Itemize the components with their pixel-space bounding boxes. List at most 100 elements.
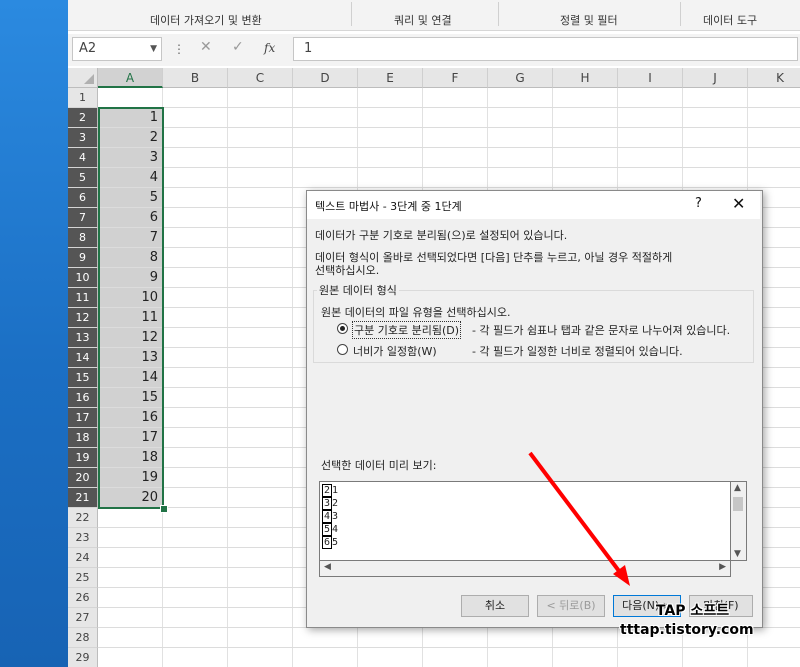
chevron-left-icon[interactable]: ◀ [324, 562, 331, 572]
row-header[interactable]: 21 [68, 488, 98, 508]
chevron-up-icon[interactable]: ▲ [734, 483, 741, 493]
column-header-g[interactable]: G [488, 68, 553, 88]
help-icon[interactable]: ? [695, 196, 702, 211]
column-header-k[interactable]: K [748, 68, 800, 88]
ribbon-group-data-tools: 데이터 도구 [703, 14, 758, 27]
preview-row-value: 4 [332, 524, 339, 535]
column-header-e[interactable]: E [358, 68, 423, 88]
preview-row-value: 3 [332, 511, 339, 522]
row-header[interactable]: 8 [68, 228, 98, 248]
cancel-icon[interactable]: ✕ [200, 39, 212, 55]
select-all-button[interactable] [68, 68, 98, 88]
formula-buttons: ✕ ✓ fx [188, 37, 288, 61]
row-header[interactable]: 7 [68, 208, 98, 228]
chevron-right-icon[interactable]: ▶ [719, 562, 726, 572]
cancel-button[interactable]: 취소 [461, 595, 529, 617]
sheet-row [98, 128, 800, 148]
row-header[interactable]: 28 [68, 628, 98, 648]
dialog-message: 데이터가 구분 기호로 분리됨(으)로 설정되어 있습니다. [315, 229, 568, 242]
ribbon-separator [498, 2, 499, 26]
row-header[interactable]: 11 [68, 288, 98, 308]
watermark-url: tttap.tistory.com [620, 622, 754, 638]
scroll-thumb[interactable] [733, 497, 743, 511]
fixed-width-radio[interactable] [337, 344, 348, 355]
enter-icon[interactable]: ✓ [232, 39, 244, 55]
more-options-icon[interactable]: ⋮ [173, 42, 185, 56]
delimited-radio[interactable] [337, 323, 348, 334]
column-header-i[interactable]: I [618, 68, 683, 88]
name-box-value: A2 [79, 41, 97, 56]
row-header[interactable]: 24 [68, 548, 98, 568]
row-header[interactable]: 3 [68, 128, 98, 148]
sheet-row [98, 168, 800, 188]
preview-row-value: 1 [332, 485, 339, 496]
watermark-brand: TAP 소프트 [656, 603, 730, 619]
row-header[interactable]: 17 [68, 408, 98, 428]
column-header-j[interactable]: J [683, 68, 748, 88]
ribbon: 데이터 가져오기 및 변환 쿼리 및 연결 정렬 및 필터 데이터 도구 [68, 0, 800, 31]
preview-row: 32 [322, 497, 338, 510]
preview-row-value: 2 [332, 498, 339, 509]
chevron-down-icon[interactable]: ▼ [734, 549, 741, 559]
preview-vertical-scrollbar[interactable]: ▲ ▼ [731, 481, 747, 561]
column-header-a[interactable]: A [98, 68, 163, 88]
chevron-down-icon[interactable]: ▼ [150, 38, 157, 60]
preview-row-number: 3 [322, 497, 333, 510]
preview-horizontal-scrollbar[interactable]: ◀ ▶ [319, 561, 731, 577]
column-header-d[interactable]: D [293, 68, 358, 88]
row-header[interactable]: 6 [68, 188, 98, 208]
name-box[interactable]: A2 ▼ [72, 37, 162, 61]
fixed-width-label[interactable]: 너비가 일정함(W) [353, 343, 437, 359]
data-preview[interactable]: 2132435465 [319, 481, 731, 561]
formula-bar: A2 ▼ ⋮ ✕ ✓ fx 1 [68, 34, 800, 66]
row-header[interactable]: 19 [68, 448, 98, 468]
row-header[interactable]: 9 [68, 248, 98, 268]
row-header[interactable]: 23 [68, 528, 98, 548]
ribbon-group-queries: 쿼리 및 연결 [394, 14, 452, 27]
close-icon[interactable]: ✕ [732, 194, 745, 213]
preview-row: 43 [322, 510, 338, 523]
insert-function-icon[interactable]: fx [264, 41, 275, 55]
back-button[interactable]: < 뒤로(B) [537, 595, 605, 617]
group-prompt: 원본 데이터의 파일 유형을 선택하십시오. [321, 306, 511, 319]
ribbon-separator [351, 2, 352, 26]
desktop-background [0, 0, 68, 667]
row-header[interactable]: 26 [68, 588, 98, 608]
row-header[interactable]: 22 [68, 508, 98, 528]
row-header[interactable]: 20 [68, 468, 98, 488]
fill-handle[interactable] [160, 505, 168, 513]
ribbon-group-get-data: 데이터 가져오기 및 변환 [150, 14, 262, 27]
ribbon-group-sort-filter: 정렬 및 필터 [560, 14, 618, 27]
column-header-b[interactable]: B [163, 68, 228, 88]
row-header[interactable]: 10 [68, 268, 98, 288]
fixed-width-description: - 각 필드가 일정한 너비로 정렬되어 있습니다. [472, 345, 683, 358]
column-header-f[interactable]: F [423, 68, 488, 88]
row-header[interactable]: 15 [68, 368, 98, 388]
row-header[interactable]: 16 [68, 388, 98, 408]
preview-row-number: 2 [322, 484, 333, 497]
row-header[interactable]: 14 [68, 348, 98, 368]
dialog-titlebar: 텍스트 마법사 - 3단계 중 1단계 ? ✕ [307, 191, 760, 219]
column-header-h[interactable]: H [553, 68, 618, 88]
row-header[interactable]: 2 [68, 108, 98, 128]
text-import-wizard-dialog: 텍스트 마법사 - 3단계 중 1단계 ? ✕ 데이터가 구분 기호로 분리됨(… [306, 190, 763, 628]
formula-input[interactable]: 1 [293, 37, 798, 61]
sheet-row [98, 108, 800, 128]
preview-row: 54 [322, 523, 338, 536]
row-header[interactable]: 5 [68, 168, 98, 188]
row-header[interactable]: 25 [68, 568, 98, 588]
column-header-c[interactable]: C [228, 68, 293, 88]
dialog-instruction-cont: 선택하십시오. [315, 264, 380, 277]
row-header[interactable]: 29 [68, 648, 98, 667]
preview-row: 65 [322, 536, 338, 549]
row-header[interactable]: 12 [68, 308, 98, 328]
preview-row: 21 [322, 484, 338, 497]
delimited-label[interactable]: 구분 기호로 분리됨(D) [352, 321, 462, 339]
row-header[interactable]: 1 [68, 88, 98, 108]
dialog-title: 텍스트 마법사 - 3단계 중 1단계 [315, 200, 462, 213]
ribbon-separator [680, 2, 681, 26]
row-header[interactable]: 18 [68, 428, 98, 448]
row-header[interactable]: 13 [68, 328, 98, 348]
row-header[interactable]: 27 [68, 608, 98, 628]
row-header[interactable]: 4 [68, 148, 98, 168]
